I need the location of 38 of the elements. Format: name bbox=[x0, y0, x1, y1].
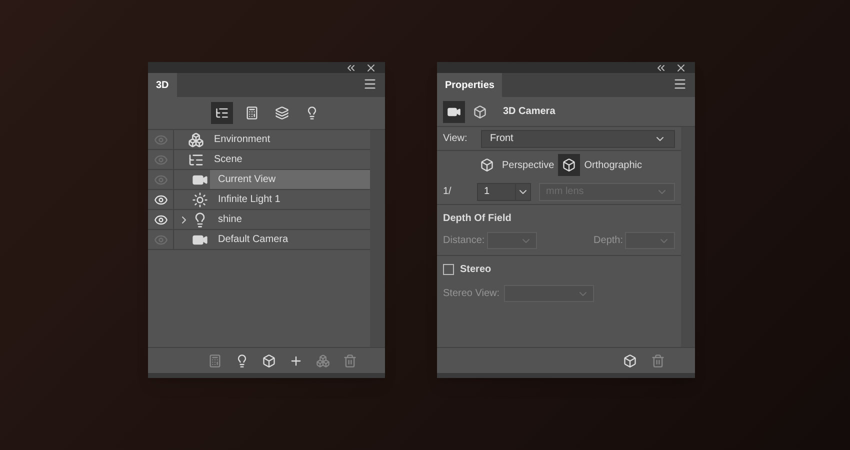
depth-label: Depth: bbox=[594, 234, 623, 248]
panel-menu-icon[interactable] bbox=[673, 77, 687, 91]
stereo-checkbox[interactable] bbox=[443, 264, 454, 275]
layer-item[interactable]: shine bbox=[210, 210, 370, 229]
layer-item[interactable]: Default Camera bbox=[210, 230, 370, 249]
properties-title: 3D Camera bbox=[503, 105, 556, 119]
projection-option[interactable]: Orthographic bbox=[558, 154, 642, 176]
distance-label: Distance: bbox=[443, 234, 485, 248]
tree-icon bbox=[188, 152, 204, 168]
scene-filter-icon[interactable] bbox=[210, 102, 232, 124]
panel-tab[interactable]: Properties bbox=[437, 73, 502, 97]
layer-item[interactable]: Environment bbox=[206, 130, 370, 149]
cube-icon bbox=[480, 158, 494, 172]
cube-icon bbox=[562, 158, 576, 172]
focal-length-field[interactable]: 1 bbox=[477, 182, 531, 200]
layer-item[interactable]: Scene bbox=[206, 150, 370, 169]
layer-item[interactable]: Infinite Light 1 bbox=[210, 190, 370, 209]
stereo-label: Stereo bbox=[460, 263, 492, 277]
view-label: View: bbox=[443, 132, 468, 146]
panel-tab[interactable]: 3D bbox=[148, 73, 177, 97]
close-icon[interactable] bbox=[675, 62, 687, 74]
view-dropdown[interactable]: Front bbox=[481, 130, 675, 148]
visibility-eye-icon[interactable] bbox=[154, 212, 168, 226]
visibility-eye-icon[interactable] bbox=[154, 192, 168, 206]
sun-icon bbox=[192, 192, 208, 208]
scrollbar-track[interactable] bbox=[370, 130, 385, 347]
lens-label: 1/ bbox=[443, 185, 452, 199]
close-icon[interactable] bbox=[365, 62, 377, 74]
layer-item[interactable]: Current View bbox=[210, 170, 370, 189]
projection-option[interactable]: Perspective bbox=[476, 154, 554, 176]
camera-mode-button[interactable] bbox=[443, 100, 465, 122]
section-heading: Depth Of Field bbox=[443, 212, 512, 226]
panel-menu-icon[interactable] bbox=[363, 77, 377, 91]
depth-field[interactable] bbox=[625, 232, 675, 249]
distance-field[interactable] bbox=[486, 232, 537, 249]
scrollbar-track[interactable] bbox=[681, 127, 695, 347]
new-light-icon[interactable] bbox=[235, 354, 249, 368]
stereo-view-label: Stereo View: bbox=[443, 287, 500, 301]
